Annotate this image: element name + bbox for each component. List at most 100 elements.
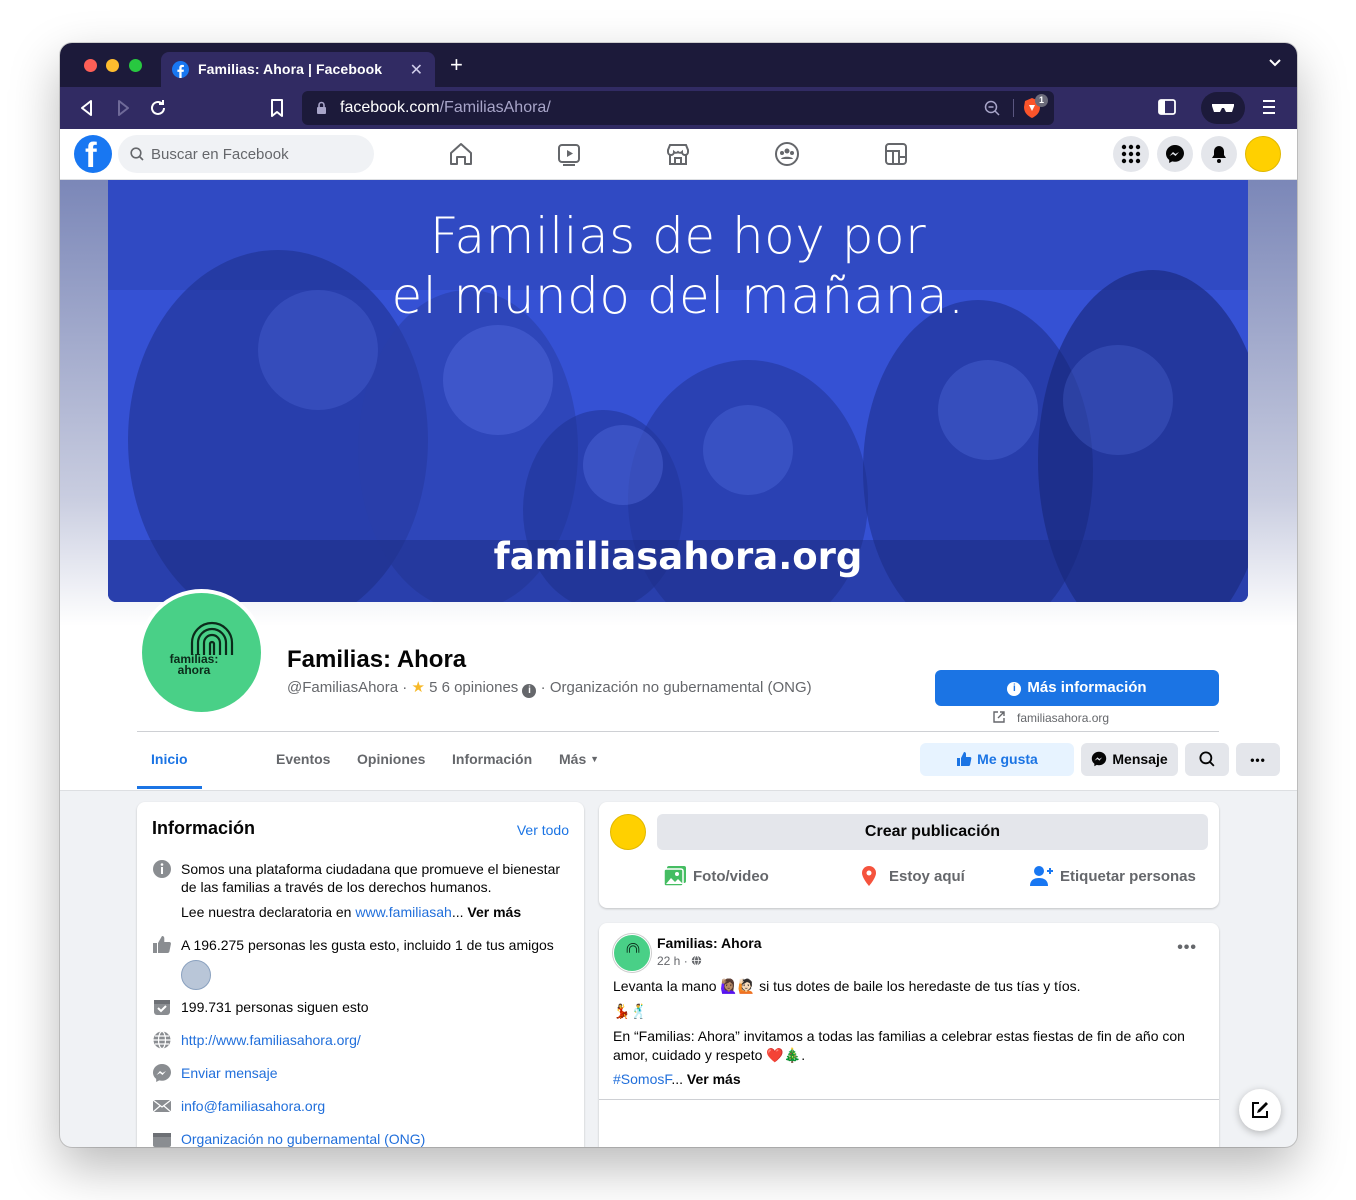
photo-icon bbox=[663, 866, 686, 887]
messenger-icon bbox=[153, 1064, 171, 1082]
watch-icon[interactable] bbox=[556, 141, 582, 167]
user-avatar[interactable] bbox=[1245, 136, 1281, 172]
minimize-window-button[interactable] bbox=[106, 59, 119, 72]
website-url-link[interactable]: http://www.familiasahora.org/ bbox=[181, 1031, 576, 1049]
browser-tab-active[interactable]: Familias: Ahora | Facebook ✕ bbox=[161, 52, 435, 87]
intro-card: Información Ver todo Somos una plataform… bbox=[137, 802, 584, 1147]
page-category: Organización no gubernamental (ONG) bbox=[549, 679, 812, 696]
tag-people-button[interactable]: Etiquetar personas bbox=[1030, 866, 1196, 886]
post-see-more-link[interactable]: Ver más bbox=[687, 1071, 741, 1087]
back-icon[interactable] bbox=[77, 98, 97, 118]
envelope-icon bbox=[152, 1099, 172, 1113]
groups-icon[interactable] bbox=[774, 141, 800, 167]
post-author-avatar[interactable] bbox=[613, 934, 651, 972]
like-label: Me gusta bbox=[977, 751, 1038, 767]
intro-description-row: Somos una plataforma ciudadana que promu… bbox=[152, 859, 572, 899]
more-options-button[interactable]: ••• bbox=[1236, 743, 1280, 776]
intro-email-row: info@familiasahora.org bbox=[152, 1096, 572, 1116]
create-post-button[interactable]: Crear publicación bbox=[657, 814, 1208, 850]
zoom-out-icon[interactable] bbox=[984, 100, 1000, 116]
new-message-fab[interactable] bbox=[1239, 1089, 1281, 1131]
gaming-icon[interactable] bbox=[883, 141, 909, 167]
website-link[interactable]: familiasahora.org bbox=[993, 711, 1109, 725]
active-tab-indicator bbox=[137, 786, 202, 789]
new-tab-button[interactable]: + bbox=[450, 54, 463, 76]
page-title: Familias: Ahora bbox=[287, 646, 467, 673]
sidebar-toggle-icon[interactable] bbox=[1158, 99, 1176, 115]
declaration-link[interactable]: www.familiasah bbox=[355, 904, 451, 920]
facebook-logo-icon[interactable]: f bbox=[74, 135, 112, 175]
post-line3-end: . bbox=[801, 1047, 806, 1063]
url-text[interactable]: facebook.com/FamiliasAhora/ bbox=[340, 99, 551, 117]
post-divider bbox=[599, 1099, 1219, 1100]
message-page-button[interactable]: Mensaje bbox=[1081, 743, 1178, 776]
external-link-icon bbox=[993, 711, 1005, 723]
tab-opiniones[interactable]: Opiniones bbox=[357, 751, 425, 767]
post-timestamp[interactable]: 22 h · bbox=[657, 954, 702, 968]
checkin-button[interactable]: Estoy aquí bbox=[862, 866, 965, 886]
glasses-icon bbox=[1212, 104, 1234, 112]
intro-followers-row: 199.731 personas siguen esto bbox=[152, 997, 572, 1017]
tab-close-icon[interactable]: ✕ bbox=[410, 60, 423, 80]
send-message-link[interactable]: Enviar mensaje bbox=[181, 1064, 576, 1082]
zoom-window-button[interactable] bbox=[129, 59, 142, 72]
marketplace-icon[interactable] bbox=[665, 141, 691, 167]
photo-video-button[interactable]: Foto/video bbox=[663, 866, 769, 887]
thumbs-up-icon bbox=[153, 936, 171, 953]
hashtag-link[interactable]: #SomosF bbox=[613, 1071, 671, 1087]
tab-informacion[interactable]: Información bbox=[452, 751, 532, 767]
declaration-text: Lee nuestra declaratoria en www.familias… bbox=[181, 903, 576, 921]
email-link[interactable]: info@familiasahora.org bbox=[181, 1097, 576, 1115]
post-text-line1: Levanta la mano 🙋🏽‍♀️🙋🏻 si tus dotes de … bbox=[613, 977, 1209, 996]
post-line1-prefix: Levanta la mano bbox=[613, 978, 721, 994]
notifications-button[interactable] bbox=[1201, 136, 1237, 172]
url-domain: facebook.com bbox=[340, 99, 440, 116]
info-icon[interactable]: i bbox=[522, 684, 537, 698]
tab-mas[interactable]: Más ▼ bbox=[559, 751, 599, 767]
info-icon: i bbox=[1007, 682, 1022, 696]
followers-check-icon bbox=[154, 1000, 170, 1015]
lock-icon bbox=[317, 101, 326, 114]
user-avatar[interactable] bbox=[610, 814, 646, 850]
search-page-button[interactable] bbox=[1185, 743, 1229, 776]
globe-icon bbox=[153, 1030, 171, 1050]
browser-menu-icon[interactable] bbox=[1262, 99, 1276, 115]
caret-down-icon: ▼ bbox=[590, 754, 600, 764]
facebook-favicon-icon bbox=[172, 61, 189, 78]
reload-icon[interactable] bbox=[148, 98, 168, 118]
tab-eventos[interactable]: Eventos bbox=[276, 751, 330, 767]
post-ellipsis: ... bbox=[671, 1071, 687, 1087]
home-icon[interactable] bbox=[448, 141, 474, 167]
rainbow-house-logo-icon bbox=[626, 942, 640, 953]
private-mode-button[interactable] bbox=[1201, 92, 1245, 124]
post-author[interactable]: Familias: Ahora bbox=[657, 935, 762, 951]
bookmark-icon[interactable] bbox=[267, 98, 287, 118]
reviews-link[interactable]: 6 opiniones bbox=[442, 679, 519, 696]
category-link[interactable]: Organización no gubernamental (ONG) bbox=[181, 1130, 576, 1147]
menu-grid-button[interactable] bbox=[1113, 136, 1149, 172]
intro-title: Información bbox=[152, 818, 256, 838]
browser-tab-strip: Familias: Ahora | Facebook ✕ + bbox=[60, 43, 1297, 87]
like-page-button[interactable]: Me gusta bbox=[920, 743, 1074, 776]
see-all-link[interactable]: Ver todo bbox=[517, 822, 569, 838]
declaration-prefix: Lee nuestra declaratoria en bbox=[181, 904, 356, 920]
page-handle: @FamiliasAhora bbox=[287, 679, 399, 696]
facebook-search-field[interactable]: Buscar en Facebook bbox=[118, 135, 374, 173]
globe-icon bbox=[691, 955, 702, 966]
messenger-button[interactable] bbox=[1157, 136, 1193, 172]
see-more-link[interactable]: Ver más bbox=[467, 904, 521, 920]
tab-list-chevron-icon[interactable] bbox=[1269, 59, 1281, 67]
profile-picture[interactable]: familias: ahora bbox=[138, 589, 265, 716]
close-window-button[interactable] bbox=[84, 59, 97, 72]
address-bar[interactable]: facebook.com/FamiliasAhora/ 1 bbox=[302, 91, 1054, 125]
cover-headline-line1: Familias de hoy por bbox=[429, 207, 927, 265]
hero-bottom-border bbox=[60, 790, 1297, 791]
post-composer: Crear publicación Foto/video Estoy aquí … bbox=[599, 802, 1219, 908]
cover-photo[interactable]: Familias de hoy por el mundo del mañana.… bbox=[108, 180, 1248, 602]
meta-separator: · bbox=[402, 679, 408, 696]
tab-inicio[interactable]: Inicio bbox=[151, 751, 188, 767]
more-info-button[interactable]: i Más información bbox=[935, 670, 1219, 706]
forward-icon[interactable] bbox=[113, 98, 133, 118]
post-options-button[interactable]: ••• bbox=[1177, 939, 1197, 957]
friend-avatar[interactable] bbox=[181, 960, 211, 990]
